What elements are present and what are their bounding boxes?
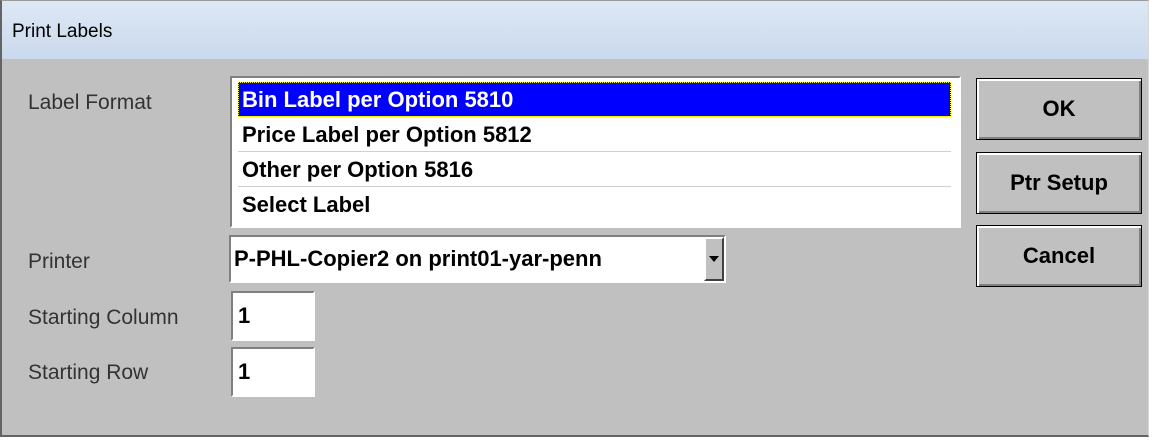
ptr-setup-button[interactable]: Ptr Setup	[976, 152, 1142, 214]
label-format-option[interactable]: Select Label	[238, 187, 951, 222]
cancel-button[interactable]: Cancel	[976, 225, 1142, 287]
label-format-option[interactable]: Bin Label per Option 5810	[238, 82, 951, 117]
printer-dropdown[interactable]: P-PHL-Copier2 on print01-yar-penn	[229, 235, 726, 283]
printer-dropdown-button[interactable]	[704, 237, 724, 281]
label-format-option[interactable]: Price Label per Option 5812	[238, 117, 951, 152]
ok-button[interactable]: OK	[976, 78, 1142, 140]
window-title: Print Labels	[12, 21, 113, 42]
starting-row-label: Starting Row	[28, 361, 149, 384]
printer-value: P-PHL-Copier2 on print01-yar-penn	[234, 246, 602, 271]
label-format-option[interactable]: Other per Option 5816	[238, 152, 951, 187]
starting-row-input[interactable]	[231, 347, 315, 397]
starting-column-label: Starting Column	[28, 306, 179, 329]
print-labels-dialog: Print Labels Label Format Bin Label per …	[0, 0, 1149, 437]
label-format-listbox[interactable]: Bin Label per Option 5810 Price Label pe…	[230, 76, 961, 228]
chevron-down-icon	[709, 256, 719, 262]
printer-label: Printer	[28, 250, 90, 273]
title-bar[interactable]: Print Labels	[2, 1, 1148, 60]
starting-column-input[interactable]	[231, 291, 315, 341]
label-format-label: Label Format	[28, 91, 152, 114]
